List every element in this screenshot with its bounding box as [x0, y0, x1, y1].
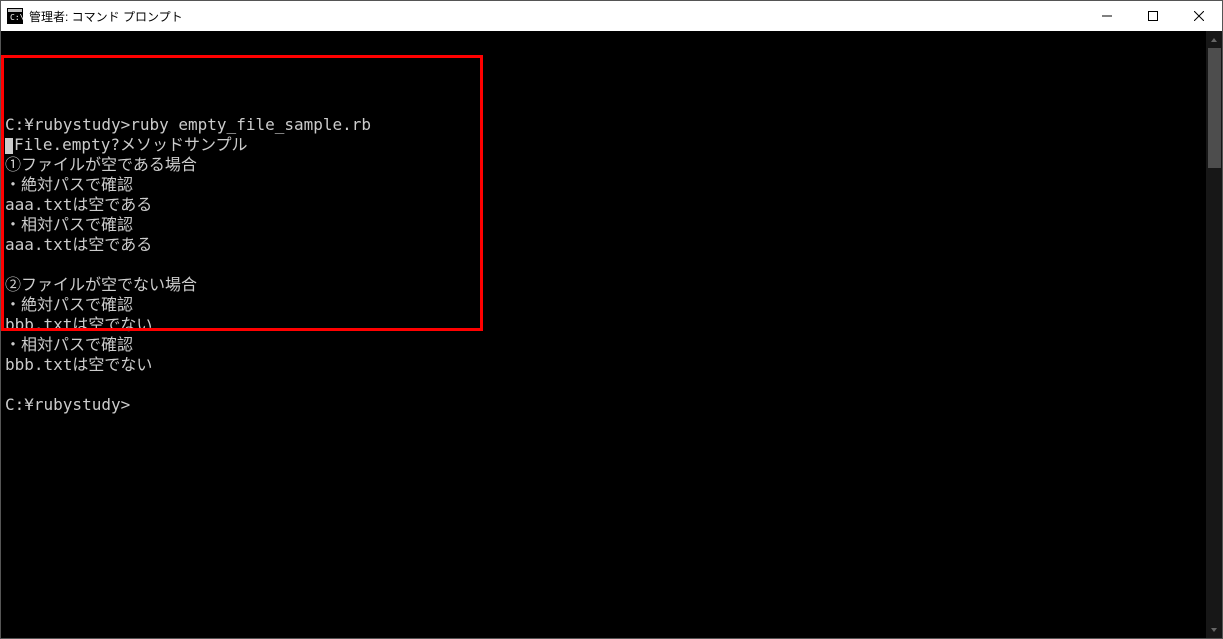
window-title: 管理者: コマンド プロンプト	[29, 8, 183, 25]
terminal-line	[5, 95, 1205, 115]
scroll-down-button[interactable]	[1206, 621, 1222, 638]
svg-text:C:\: C:\	[10, 13, 23, 22]
terminal-line: aaa.txtは空である	[5, 235, 1205, 255]
terminal-text: File.empty?メソッドサンプル	[14, 135, 247, 154]
terminal-line: C:¥rubystudy>	[5, 395, 1205, 415]
terminal-line: ①ファイルが空である場合	[5, 155, 1205, 175]
titlebar: C:\ 管理者: コマンド プロンプト	[1, 1, 1222, 31]
terminal-area[interactable]: C:¥rubystudy>ruby empty_file_sample.rbFi…	[1, 31, 1205, 638]
scroll-thumb[interactable]	[1208, 48, 1221, 168]
terminal-line: ②ファイルが空でない場合	[5, 275, 1205, 295]
terminal-line: ・相対パスで確認	[5, 215, 1205, 235]
minimize-button[interactable]	[1084, 1, 1130, 31]
cmd-icon: C:\	[7, 8, 23, 24]
terminal-line: bbb.txtは空でない	[5, 355, 1205, 375]
terminal-line: ・絶対パスで確認	[5, 295, 1205, 315]
close-button[interactable]	[1176, 1, 1222, 31]
content-wrap: C:¥rubystudy>ruby empty_file_sample.rbFi…	[1, 31, 1222, 638]
terminal-line: C:¥rubystudy>ruby empty_file_sample.rb	[5, 115, 1205, 135]
vertical-scrollbar[interactable]	[1205, 31, 1222, 638]
terminal-line	[5, 375, 1205, 395]
terminal-line: ・相対パスで確認	[5, 335, 1205, 355]
scroll-up-button[interactable]	[1206, 31, 1222, 48]
terminal-line: bbb.txtは空でない	[5, 315, 1205, 335]
terminal-line: aaa.txtは空である	[5, 195, 1205, 215]
window-controls	[1084, 1, 1222, 31]
terminal-line	[5, 255, 1205, 275]
cmd-window: C:\ 管理者: コマンド プロンプト C:¥rubystudy>ruby em…	[0, 0, 1223, 639]
terminal-line: File.empty?メソッドサンプル	[5, 135, 1205, 155]
maximize-button[interactable]	[1130, 1, 1176, 31]
block-cursor-icon	[5, 138, 13, 154]
terminal-line: ・絶対パスで確認	[5, 175, 1205, 195]
